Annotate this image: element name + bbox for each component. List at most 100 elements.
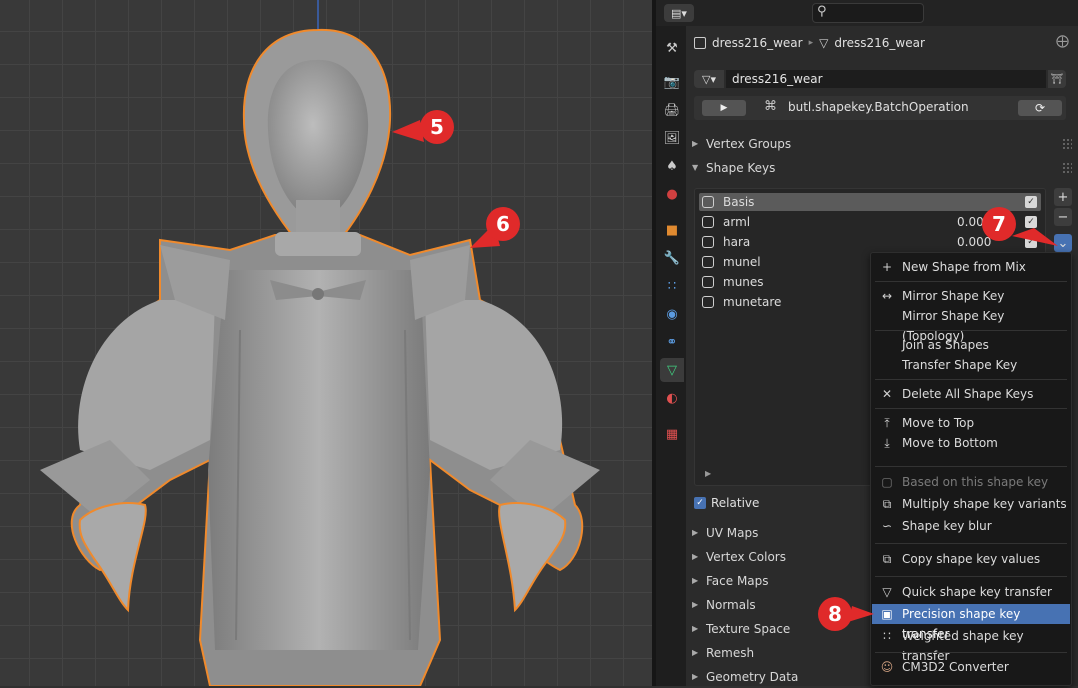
menu-separator <box>875 466 1067 467</box>
shape-key-name: hara <box>723 235 751 249</box>
shape-key-icon <box>702 296 714 308</box>
menu-item-transfer-shape-key[interactable]: Transfer Shape Key <box>872 355 1070 375</box>
menu-separator <box>875 330 1067 331</box>
constraints-tab-icon[interactable]: ⚭ <box>660 330 684 354</box>
menu-item-move-to-bottom[interactable]: ⤓ Move to Bottom <box>872 433 1070 453</box>
panel-shape-keys[interactable]: ▼ Shape Keys <box>686 157 1078 179</box>
refresh-button[interactable]: ⟳ <box>1018 100 1062 116</box>
menu-item-label: New Shape from Mix <box>902 260 1026 274</box>
modifier-tab-icon[interactable]: 🔧 <box>660 246 684 270</box>
panel-label: Vertex Colors <box>706 550 786 564</box>
texture-tab-icon[interactable]: ▦ <box>660 422 684 446</box>
chevron-down-icon: ⌄ <box>1057 235 1069 251</box>
menu-item-copy-shape-key-values[interactable]: ⧉ Copy shape key values <box>872 549 1070 569</box>
tool-tab-icon[interactable]: ⚒ <box>660 36 684 60</box>
fake-user-shield-icon[interactable]: ⛩ <box>1048 70 1066 88</box>
callout-6: 6 <box>486 207 520 241</box>
mesh-browse-button[interactable]: ▽▾ <box>694 70 724 88</box>
mesh-icon: ▽ <box>819 36 829 50</box>
panel-label: UV Maps <box>706 526 759 540</box>
menu-item-new-shape-from-mix[interactable]: + New Shape from Mix <box>872 257 1070 277</box>
mesh-data-tab-icon[interactable]: ▽ <box>660 358 684 382</box>
menu-item-label: Join as Shapes <box>902 338 989 352</box>
play-button[interactable]: ▶ <box>702 100 746 116</box>
pin-icon[interactable]: ⨁ <box>1056 34 1069 49</box>
node-icon: ⌘ <box>764 99 777 114</box>
search-icon: ⚲ <box>817 4 827 19</box>
menu-separator <box>875 576 1067 577</box>
drag-grip-icon[interactable] <box>1062 162 1072 174</box>
render-tab-icon[interactable]: 📷 <box>660 70 684 94</box>
menu-item-label: Move to Top <box>902 416 975 430</box>
menu-item-weighted-shape-key-transfer[interactable]: ∷ Weighted shape key transfer <box>872 626 1070 663</box>
menu-separator <box>875 543 1067 544</box>
menu-item-join-as-shapes[interactable]: Join as Shapes <box>872 335 1070 355</box>
menu-item-label: CM3D2 Converter <box>902 660 1009 674</box>
mute-checkbox[interactable]: ✓ <box>1025 196 1037 208</box>
panel-vertex-groups[interactable]: ▶ Vertex Groups <box>686 133 1078 155</box>
editor-type-button[interactable]: ▤▾ <box>664 4 694 22</box>
object-tab-icon[interactable]: ■ <box>660 218 684 242</box>
relative-toggle[interactable]: ✓ Relative <box>694 496 759 510</box>
scene-tab-icon[interactable]: ♠ <box>660 154 684 178</box>
add-shape-key-button[interactable]: + <box>1054 188 1072 206</box>
menu-item-quick-shape-key-transfer[interactable]: ▽ Quick shape key transfer <box>872 582 1070 602</box>
breadcrumb-data: dress216_wear <box>834 36 925 50</box>
remove-shape-key-button[interactable]: − <box>1054 208 1072 226</box>
properties-header: ▤▾ ⚲ <box>656 0 1078 26</box>
panel-label: Geometry Data <box>706 670 799 684</box>
menu-item-mirror-shape-key[interactable]: ↔ Mirror Shape Key <box>872 286 1070 306</box>
list-expand-arrow-icon[interactable]: ▶ <box>705 469 711 478</box>
menu-item-shape-key-blur[interactable]: ∽ Shape key blur <box>872 516 1070 536</box>
collapse-arrow-icon: ▶ <box>692 672 699 681</box>
mesh-name-field[interactable]: dress216_wear <box>726 70 1046 88</box>
output-tab-icon[interactable]: 🖨 <box>660 98 684 122</box>
drag-grip-icon[interactable] <box>1062 138 1072 150</box>
menu-separator <box>875 281 1067 282</box>
menu-item-move-to-top[interactable]: ⤒ Move to Top <box>872 413 1070 433</box>
menu-item-label: Shape key blur <box>902 519 992 533</box>
shape-key-icon <box>702 236 714 248</box>
material-tab-icon[interactable]: ◐ <box>660 386 684 410</box>
mute-checkbox[interactable]: ✓ <box>1025 216 1037 228</box>
view-layer-tab-icon[interactable]: 🖼 <box>660 126 684 150</box>
menu-item-precision-shape-key-transfer[interactable]: ▣ Precision shape key transfer <box>872 604 1070 641</box>
particles-tab-icon[interactable]: ∷ <box>660 274 684 298</box>
menu-separator <box>875 408 1067 409</box>
weighted-transfer-icon: ∷ <box>883 629 891 643</box>
menu-item-label: Transfer Shape Key <box>902 358 1018 372</box>
relative-label: Relative <box>711 496 760 510</box>
menu-separator <box>875 652 1067 653</box>
panel-label: Face Maps <box>706 574 769 588</box>
panel-label: Shape Keys <box>706 161 776 175</box>
breadcrumb-object: dress216_wear <box>712 36 803 50</box>
menu-item-label: Based on this shape key <box>902 475 1049 489</box>
relative-checkbox[interactable]: ✓ <box>694 497 706 509</box>
multiply-icon: ⧉ <box>882 497 892 511</box>
operator-name: butl.shapekey.BatchOperation <box>788 100 969 114</box>
callout-8: 8 <box>818 597 852 631</box>
search-input[interactable]: ⚲ <box>812 3 924 23</box>
shape-key-specials-menu: + New Shape from Mix ↔ Mirror Shape Key … <box>870 252 1072 686</box>
mannequin-model[interactable] <box>0 0 652 686</box>
callout-7: 7 <box>982 207 1016 241</box>
batch-operation-row: ▶ ⌘ butl.shapekey.BatchOperation ⟳ <box>694 96 1066 120</box>
3d-viewport[interactable]: 5 6 <box>0 0 652 686</box>
shape-key-name: munetare <box>723 295 782 309</box>
mute-checkbox[interactable]: ✓ <box>1025 236 1037 248</box>
menu-item-delete-all-shape-keys[interactable]: ✕ Delete All Shape Keys <box>872 384 1070 404</box>
menu-item-multiply-shape-key-variants[interactable]: ⧉ Multiply shape key variants <box>872 494 1070 514</box>
world-tab-icon[interactable]: ● <box>660 182 684 206</box>
x-icon: ✕ <box>881 387 893 401</box>
menu-item-mirror-shape-key-topology[interactable]: Mirror Shape Key (Topology) <box>872 306 1070 343</box>
properties-editor-icon: ▤▾ <box>671 6 687 20</box>
menu-separator <box>875 379 1067 380</box>
move-bottom-icon: ⤓ <box>884 436 890 450</box>
panel-label: Remesh <box>706 646 755 660</box>
panel-label: Normals <box>706 598 756 612</box>
menu-item-cm3d2-converter[interactable]: ☺ CM3D2 Converter <box>872 657 1070 677</box>
shape-key-specials-button[interactable]: ⌄ <box>1054 234 1072 252</box>
menu-item-label: Copy shape key values <box>902 552 1041 566</box>
physics-tab-icon[interactable]: ◉ <box>660 302 684 326</box>
callout-5: 5 <box>420 110 454 144</box>
